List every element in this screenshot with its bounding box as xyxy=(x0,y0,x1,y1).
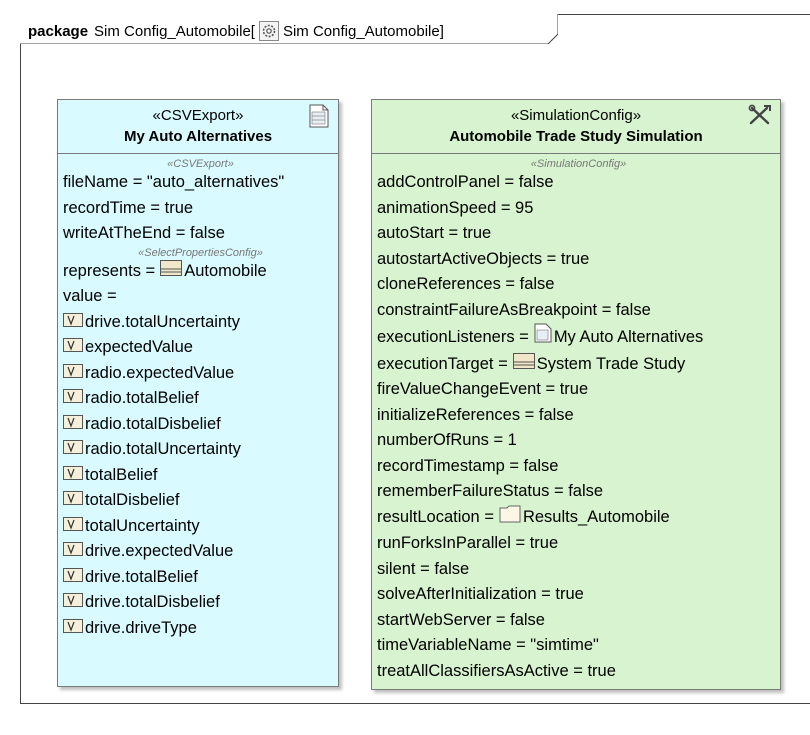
sim-prop-row: solveAfterInitialization = true xyxy=(377,585,584,603)
execution-listeners-value[interactable]: My Auto Alternatives xyxy=(554,325,704,351)
value-item: totalBelief xyxy=(63,463,338,489)
value-property-icon xyxy=(63,565,83,591)
value-item-label[interactable]: radio.totalDisbelief xyxy=(85,412,221,438)
value-property-icon xyxy=(63,412,83,438)
execution-listeners-label: executionListeners = xyxy=(377,327,529,346)
sim-block-name: Automobile Trade Study Simulation xyxy=(449,128,703,145)
frame-ref-name: Sim Config_Automobile] xyxy=(282,22,444,40)
value-item: drive.totalUncertainty xyxy=(63,310,338,336)
result-location-value[interactable]: Results_Automobile xyxy=(523,505,670,531)
tools-icon xyxy=(748,104,772,131)
value-item-label[interactable]: drive.totalUncertainty xyxy=(85,310,240,336)
frame-name: Sim Config_Automobile[ xyxy=(94,22,255,40)
represents-label: represents = xyxy=(63,261,156,280)
sim-prop-row: constraintFailureAsBreakpoint = false xyxy=(377,300,651,319)
frame-title: package Sim Config_Automobile[ Sim Confi… xyxy=(28,21,444,41)
result-location-label: resultLocation = xyxy=(377,508,494,526)
value-item-label[interactable]: totalUncertainty xyxy=(85,514,200,540)
select-properties-section-label: «SelectPropertiesConfig» xyxy=(138,246,263,259)
csv-block-stereotype: «CSVExport» xyxy=(152,107,244,124)
result-location-row: resultLocation = Results_Automobile xyxy=(377,505,780,532)
sim-block-body: «SimulationConfig» addControlPanel = fal… xyxy=(372,154,780,684)
csv-block-body: «CSVExport» fileName = "auto_alternative… xyxy=(58,154,338,641)
value-item-label[interactable]: expectedValue xyxy=(85,335,193,361)
value-item: expectedValue xyxy=(63,335,338,361)
block-icon xyxy=(512,352,535,378)
sim-prop-row: autostartActiveObjects = true xyxy=(377,249,590,268)
package-frame-tab: package Sim Config_Automobile[ Sim Confi… xyxy=(20,14,558,44)
value-property-icon xyxy=(63,463,83,489)
value-item: totalUncertainty xyxy=(63,514,338,540)
execution-target-row: executionTarget = System Trade Study xyxy=(377,352,780,378)
value-item: drive.totalDisbelief xyxy=(63,590,338,616)
sim-section-label: «SimulationConfig» xyxy=(530,158,627,170)
sim-prop-row: treatAllClassifiersAsActive = true xyxy=(377,661,616,680)
sim-prop-row: addControlPanel = false xyxy=(377,173,554,191)
csv-prop-row: writeAtTheEnd = false xyxy=(63,224,225,242)
represents-row: represents = Automobile xyxy=(63,259,338,285)
value-item-label[interactable]: drive.expectedValue xyxy=(85,539,233,565)
value-label-row: value = xyxy=(63,287,117,305)
sim-prop-row: recordTimestamp = false xyxy=(377,456,559,475)
sim-prop-row: numberOfRuns = 1 xyxy=(377,431,517,449)
block-icon xyxy=(160,259,183,285)
value-item: radio.totalDisbelief xyxy=(63,412,338,438)
execution-target-label: executionTarget = xyxy=(377,354,508,373)
value-property-icon xyxy=(63,488,83,514)
value-item: totalDisbelief xyxy=(63,488,338,514)
value-item-label[interactable]: drive.totalDisbelief xyxy=(85,590,220,616)
sim-block-stereotype: «SimulationConfig» xyxy=(510,107,642,124)
sim-prop-row: initializeReferences = false xyxy=(377,405,574,424)
value-item: radio.expectedValue xyxy=(63,361,338,387)
value-item-label[interactable]: drive.totalBelief xyxy=(85,565,198,591)
value-item: drive.driveType xyxy=(63,616,338,642)
value-item: drive.totalBelief xyxy=(63,565,338,591)
value-property-icon xyxy=(63,335,83,361)
csv-section-label: «CSVExport» xyxy=(167,158,234,170)
sim-prop-row: autoStart = true xyxy=(377,224,492,242)
sim-prop-row: rememberFailureStatus = false xyxy=(377,482,604,500)
value-property-icon xyxy=(63,514,83,540)
sim-prop-row: timeVariableName = "simtime" xyxy=(377,636,599,654)
value-item-label[interactable]: totalDisbelief xyxy=(85,488,179,514)
csv-export-block[interactable]: «CSVExport» My Auto Alternatives «CSVExp… xyxy=(57,99,339,687)
value-property-icon xyxy=(63,361,83,387)
value-item: radio.totalUncertainty xyxy=(63,437,338,463)
represents-value[interactable]: Automobile xyxy=(184,259,267,285)
value-property-icon xyxy=(63,616,83,642)
value-property-icon xyxy=(63,386,83,412)
value-item-label[interactable]: radio.expectedValue xyxy=(85,361,234,387)
value-item: radio.totalBelief xyxy=(63,386,338,412)
csv-file-icon xyxy=(308,104,330,133)
execution-target-value[interactable]: System Trade Study xyxy=(537,352,686,378)
gear-icon xyxy=(258,21,279,41)
sim-prop-row: cloneReferences = false xyxy=(377,275,555,293)
value-item-label[interactable]: radio.totalUncertainty xyxy=(85,437,241,463)
value-property-icon xyxy=(63,590,83,616)
sim-prop-row: silent = false xyxy=(377,559,470,578)
sim-prop-row: runForksInParallel = true xyxy=(377,534,559,552)
csv-file-icon xyxy=(534,323,552,352)
csv-prop-row: recordTime = true xyxy=(63,198,194,217)
simulation-config-block[interactable]: «SimulationConfig» Automobile Trade Stud… xyxy=(371,99,781,690)
csv-block-name: My Auto Alternatives xyxy=(123,128,273,145)
value-item: drive.expectedValue xyxy=(63,539,338,565)
value-property-icon xyxy=(63,539,83,565)
value-item-label[interactable]: drive.driveType xyxy=(85,616,197,642)
sim-prop-row: animationSpeed = 95 xyxy=(377,198,534,217)
value-item-label[interactable]: radio.totalBelief xyxy=(85,386,199,412)
value-property-icon xyxy=(63,437,83,463)
folder-icon xyxy=(499,505,521,532)
execution-listeners-row: executionListeners = My Auto Alternative… xyxy=(377,323,780,352)
sim-prop-row: fireValueChangeEvent = true xyxy=(377,380,589,398)
sim-prop-row: startWebServer = false xyxy=(377,610,545,629)
value-item-label[interactable]: totalBelief xyxy=(85,463,157,489)
sim-block-header: «SimulationConfig» Automobile Trade Stud… xyxy=(372,100,780,154)
csv-block-header: «CSVExport» My Auto Alternatives xyxy=(58,100,338,154)
csv-prop-row: fileName = "auto_alternatives" xyxy=(63,173,285,191)
frame-keyword: package xyxy=(28,22,89,40)
value-property-icon xyxy=(63,310,83,336)
